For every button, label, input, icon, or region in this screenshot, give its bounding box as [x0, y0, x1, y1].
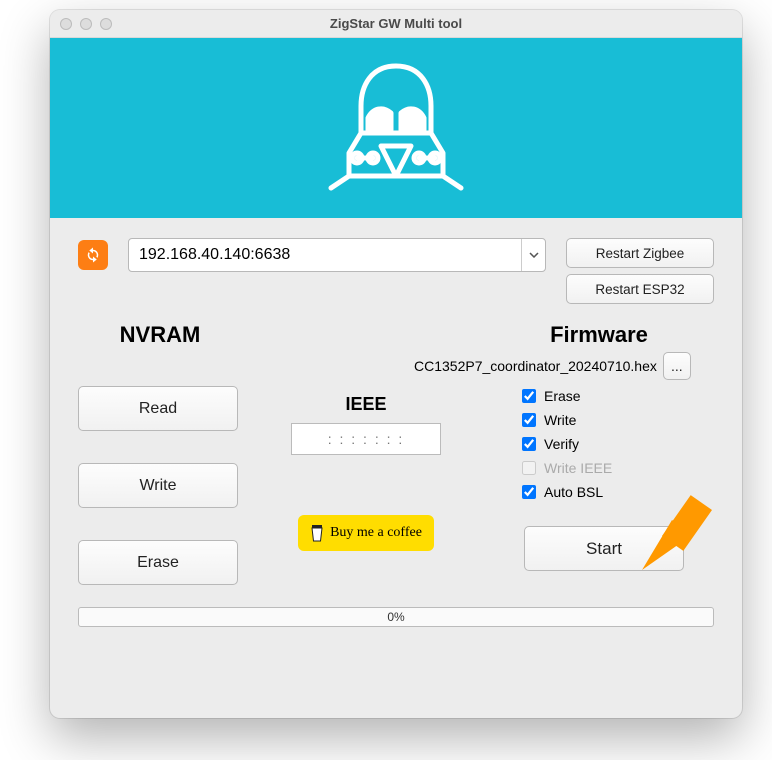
nvram-column: NVRAM Read Write Erase [78, 322, 248, 585]
nvram-erase-button[interactable]: Erase [78, 540, 238, 585]
erase-checkbox[interactable] [522, 389, 536, 403]
refresh-button[interactable] [78, 240, 108, 270]
restart-buttons: Restart Zigbee Restart ESP32 [566, 238, 714, 304]
verify-label: Verify [544, 436, 579, 452]
titlebar: ZigStar GW Multi tool [50, 10, 742, 38]
window-title: ZigStar GW Multi tool [50, 16, 742, 31]
write-ieee-checkbox [522, 461, 536, 475]
address-input[interactable] [129, 239, 521, 271]
browse-file-button[interactable]: ... [663, 352, 691, 380]
auto-bsl-checkbox-row[interactable]: Auto BSL [522, 484, 714, 500]
verify-checkbox[interactable] [522, 437, 536, 451]
coffee-label: Buy me a coffee [330, 525, 422, 541]
nvram-write-button[interactable]: Write [78, 463, 238, 508]
write-label: Write [544, 412, 576, 428]
refresh-icon [84, 246, 102, 264]
auto-bsl-checkbox[interactable] [522, 485, 536, 499]
chevron-down-icon [529, 252, 539, 258]
content-area: Restart Zigbee Restart ESP32 NVRAM Read … [50, 218, 742, 647]
connection-row: Restart Zigbee Restart ESP32 [78, 238, 714, 304]
firmware-file-name: CC1352P7_coordinator_20240710.hex [414, 358, 657, 374]
main-columns: NVRAM Read Write Erase IEEE Buy me a cof… [78, 322, 714, 585]
restart-zigbee-button[interactable]: Restart Zigbee [566, 238, 714, 268]
firmware-column: Firmware CC1352P7_coordinator_20240710.h… [484, 322, 714, 585]
app-window: ZigStar GW Multi tool [50, 10, 742, 718]
combo-dropdown-button[interactable] [521, 239, 545, 271]
write-ieee-checkbox-row: Write IEEE [522, 460, 714, 476]
verify-checkbox-row[interactable]: Verify [522, 436, 714, 452]
firmware-file-row: CC1352P7_coordinator_20240710.hex ... [484, 352, 714, 380]
zoom-icon[interactable] [100, 18, 112, 30]
address-combo[interactable] [128, 238, 546, 272]
erase-checkbox-row[interactable]: Erase [522, 388, 714, 404]
write-ieee-label: Write IEEE [544, 460, 612, 476]
window-controls [60, 18, 112, 30]
progress-text: 0% [387, 610, 404, 624]
ieee-heading: IEEE [268, 394, 464, 415]
write-checkbox[interactable] [522, 413, 536, 427]
progress-bar: 0% [78, 607, 714, 627]
close-icon[interactable] [60, 18, 72, 30]
firmware-heading: Firmware [484, 322, 714, 348]
nvram-heading: NVRAM [72, 322, 248, 348]
start-button[interactable]: Start [524, 526, 684, 571]
nvram-read-button[interactable]: Read [78, 386, 238, 431]
buy-me-a-coffee-button[interactable]: Buy me a coffee [298, 515, 434, 551]
ieee-input[interactable] [291, 423, 441, 455]
auto-bsl-label: Auto BSL [544, 484, 603, 500]
minimize-icon[interactable] [80, 18, 92, 30]
darth-vader-icon [321, 58, 471, 198]
firmware-options: Erase Write Verify Write IEEE [522, 388, 714, 500]
restart-esp32-button[interactable]: Restart ESP32 [566, 274, 714, 304]
erase-label: Erase [544, 388, 581, 404]
banner [50, 38, 742, 218]
write-checkbox-row[interactable]: Write [522, 412, 714, 428]
coffee-cup-icon [310, 523, 324, 543]
